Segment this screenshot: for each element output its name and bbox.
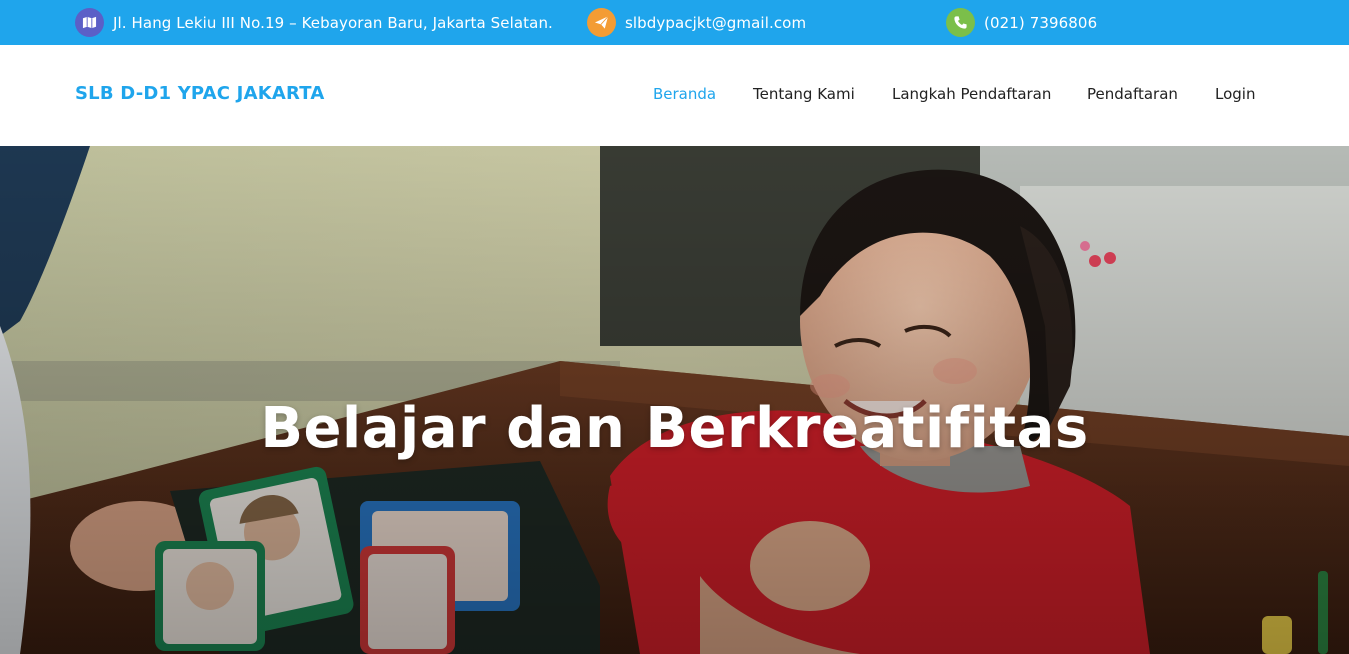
paper-plane-icon xyxy=(587,8,616,37)
nav-beranda[interactable]: Beranda xyxy=(653,85,716,103)
address-info: Jl. Hang Lekiu III No.19 – Kebayoran Bar… xyxy=(75,8,553,37)
nav-langkah-pendaftaran[interactable]: Langkah Pendaftaran xyxy=(892,85,1051,103)
site-header: SLB D-D1 YPAC JAKARTA Beranda Tentang Ka… xyxy=(0,45,1349,146)
email-text[interactable]: slbdypacjkt@gmail.com xyxy=(625,14,806,32)
address-text: Jl. Hang Lekiu III No.19 – Kebayoran Bar… xyxy=(113,13,553,32)
nav-pendaftaran[interactable]: Pendaftaran xyxy=(1087,85,1178,103)
phone-info[interactable]: (021) 7396806 xyxy=(946,8,1097,37)
site-logo-text[interactable]: SLB D-D1 YPAC JAKARTA xyxy=(75,83,324,104)
phone-text[interactable]: (021) 7396806 xyxy=(984,14,1097,32)
map-icon xyxy=(75,8,104,37)
hero-banner: Belajar dan Berkreatifitas xyxy=(0,146,1349,654)
nav-login[interactable]: Login xyxy=(1215,85,1255,103)
top-info-bar: Jl. Hang Lekiu III No.19 – Kebayoran Bar… xyxy=(0,0,1349,45)
nav-tentang-kami[interactable]: Tentang Kami xyxy=(753,85,855,103)
phone-icon xyxy=(946,8,975,37)
hero-title: Belajar dan Berkreatifitas xyxy=(260,396,1089,461)
email-info[interactable]: slbdypacjkt@gmail.com xyxy=(587,8,806,37)
